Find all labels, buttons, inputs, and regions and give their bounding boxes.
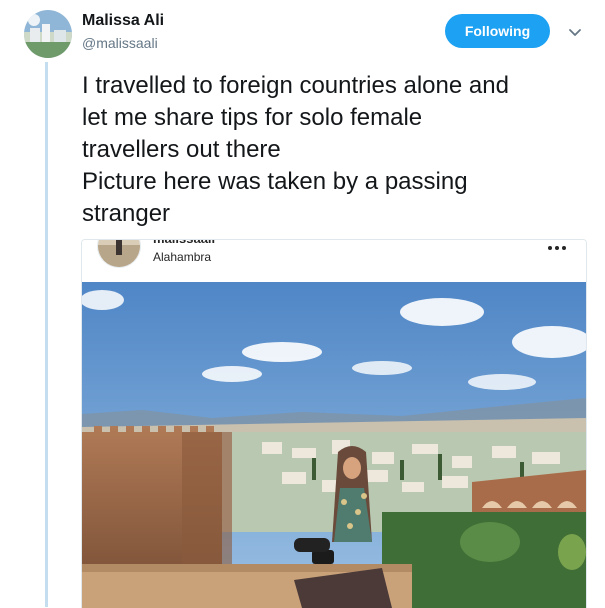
tweet-text: I travelled to foreign countries alone a… xyxy=(82,72,509,227)
embed-username[interactable]: malissaali xyxy=(153,240,215,246)
more-dots-icon[interactable] xyxy=(545,241,569,255)
author-avatar[interactable] xyxy=(24,10,72,58)
author-name[interactable]: Malissa Ali xyxy=(82,12,164,30)
following-button[interactable]: Following xyxy=(445,14,550,48)
author-handle[interactable]: @malissaali xyxy=(82,35,158,51)
embed-location[interactable]: Alahambra xyxy=(153,250,211,264)
embed-avatar[interactable] xyxy=(97,240,141,268)
embed-header: malissaali Alahambra xyxy=(82,240,586,284)
thread-line xyxy=(45,62,48,607)
embed-photo[interactable] xyxy=(82,282,586,608)
chevron-down-icon[interactable] xyxy=(567,24,583,40)
instagram-embed[interactable]: malissaali Alahambra xyxy=(81,239,587,608)
